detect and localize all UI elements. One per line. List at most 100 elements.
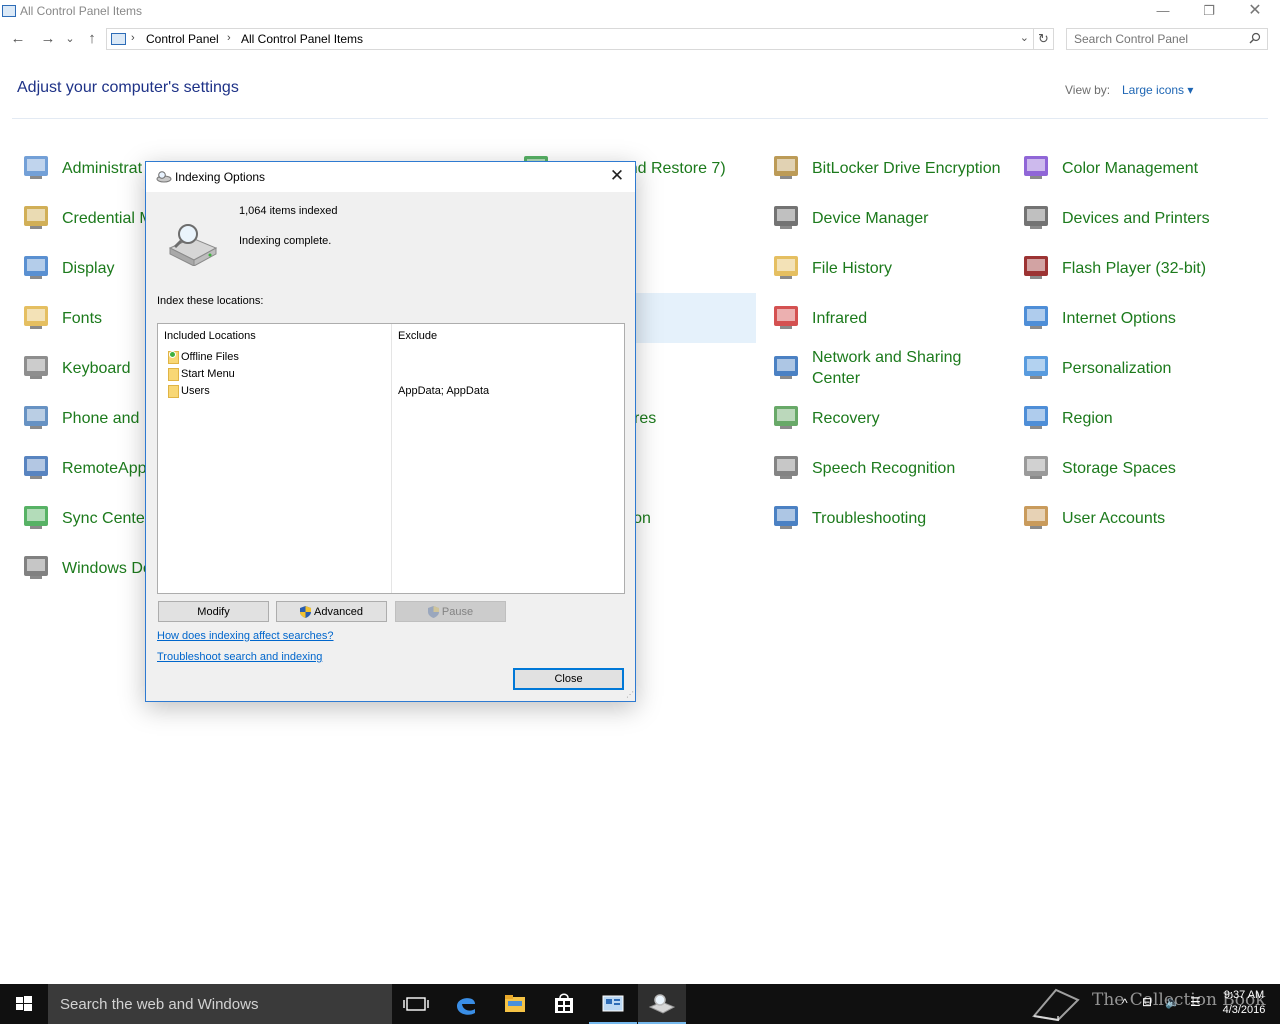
up-button[interactable]: ↑ (82, 29, 102, 49)
cp-item-speech-recognition[interactable]: Speech Recognition (766, 443, 1006, 493)
advanced-button[interactable]: Advanced (276, 601, 387, 622)
locations-list[interactable]: Included Locations Exclude Offline Files… (157, 323, 625, 594)
sync-badge-icon (169, 351, 176, 358)
location-exclude: AppData; AppData (398, 385, 490, 397)
recent-locations-button[interactable]: ⌄ (62, 29, 78, 49)
location-row[interactable]: Users AppData; AppData (158, 383, 624, 400)
action-center-icon[interactable]: ☰ (1190, 995, 1201, 1024)
cp-item-network-sharing[interactable]: Network and Sharing Center (766, 343, 1006, 393)
start-button[interactable] (0, 984, 48, 1024)
close-window-button[interactable]: ✕ (1232, 0, 1278, 24)
address-dropdown-icon[interactable]: ⌄ (1020, 31, 1029, 44)
offline-folder-icon (168, 351, 179, 364)
search-icon[interactable] (1249, 32, 1261, 44)
cp-item-label: Color Management (1062, 159, 1199, 177)
task-view-icon (403, 997, 429, 1011)
restore-button[interactable]: ❐ (1186, 0, 1232, 24)
cp-item-flash-player[interactable]: Flash Player (32-bit) (1016, 243, 1256, 293)
modify-button[interactable]: Modify (158, 601, 269, 622)
address-bar[interactable]: › Control Panel › All Control Panel Item… (106, 28, 1034, 50)
task-view-button[interactable] (392, 984, 440, 1024)
remoteapp-icon (20, 451, 52, 483)
breadcrumb-control-panel[interactable]: Control Panel (146, 32, 219, 46)
uac-shield-icon (300, 605, 312, 618)
column-header-included[interactable]: Included Locations (164, 330, 256, 342)
cp-item-file-history[interactable]: File History (766, 243, 1006, 293)
taskbar-search-placeholder: Search the web and Windows (60, 996, 259, 1013)
minimize-button[interactable]: — (1140, 0, 1186, 24)
windows-defender-icon (20, 551, 52, 583)
cp-item-bitlocker[interactable]: BitLocker Drive Encryption (766, 143, 1006, 193)
back-button[interactable]: ← (8, 29, 28, 49)
sync-center-icon (20, 501, 52, 533)
cp-item-personalization[interactable]: Personalization (1016, 343, 1256, 393)
location-row[interactable]: Start Menu (158, 366, 624, 383)
troubleshooting-icon (770, 501, 802, 533)
indexing-options-dialog: Indexing Options ✕ 1,064 items indexed I… (145, 161, 636, 702)
cp-item-label: Personalization (1062, 359, 1172, 377)
clock[interactable]: 9:37 AM 4/3/2016 (1214, 988, 1274, 1018)
view-by-dropdown[interactable]: Large icons ▾ (1122, 83, 1193, 97)
volume-icon[interactable]: 🔈 (1165, 995, 1180, 1024)
resize-grip-icon[interactable]: ⋰ (626, 690, 634, 699)
indexing-help-link[interactable]: How does indexing affect searches? (157, 630, 334, 642)
cp-item-troubleshooting[interactable]: Troubleshooting (766, 493, 1006, 543)
breadcrumb-separator[interactable]: › (131, 32, 135, 44)
control-panel-icon (602, 995, 624, 1012)
refresh-button[interactable]: ↻ (1034, 28, 1054, 50)
cp-item-label: Internet Options (1062, 309, 1176, 327)
cp-item-recovery[interactable]: Recovery (766, 393, 1006, 443)
internet-options-icon (1020, 301, 1052, 333)
location-name: Start Menu (181, 368, 235, 380)
dialog-title: Indexing Options (175, 170, 266, 184)
network-sharing-icon (770, 351, 802, 383)
show-hidden-icons[interactable]: ^ (1122, 996, 1128, 1024)
cp-item-internet-options[interactable]: Internet Options (1016, 293, 1256, 343)
cp-item-infrared[interactable]: Infrared (766, 293, 1006, 343)
view-by-label: View by: (1065, 83, 1111, 97)
location-row[interactable]: Offline Files (158, 349, 624, 366)
cp-item-label: User Accounts (1062, 509, 1166, 527)
breadcrumb-separator[interactable]: › (227, 32, 231, 44)
cp-item-storage-spaces[interactable]: Storage Spaces (1016, 443, 1256, 493)
advanced-label: Advanced (314, 605, 363, 618)
index-locations-label: Index these locations: (157, 295, 264, 307)
cp-item-label: Region (1062, 409, 1113, 427)
taskbar-search-box[interactable]: Search the web and Windows (48, 984, 392, 1024)
credential-manager-icon (20, 201, 52, 233)
cp-item-label: Recovery (812, 409, 880, 427)
speech-recognition-icon (770, 451, 802, 483)
taskbar-indexing-options[interactable] (638, 984, 686, 1024)
page-title: Adjust your computer's settings (17, 79, 239, 96)
search-box[interactable] (1066, 28, 1268, 50)
taskbar-file-explorer[interactable] (491, 984, 539, 1024)
cp-item-devices-printers[interactable]: Devices and Printers (1016, 193, 1256, 243)
header-divider (12, 118, 1268, 119)
cp-item-color-management[interactable]: Color Management (1016, 143, 1256, 193)
close-button[interactable]: Close (513, 668, 624, 690)
column-header-exclude[interactable]: Exclude (398, 330, 437, 342)
pause-button[interactable]: Pause (395, 601, 506, 622)
troubleshoot-link[interactable]: Troubleshoot search and indexing (157, 651, 322, 663)
indexing-drive-icon (168, 224, 218, 266)
cp-item-label: Storage Spaces (1062, 459, 1176, 477)
cp-item-device-manager[interactable]: Device Manager (766, 193, 1006, 243)
network-icon[interactable]: ⊟ (1142, 995, 1152, 1024)
dialog-title-bar: Indexing Options ✕ (146, 162, 635, 192)
taskbar: Search the web and Windows The Collectio… (0, 984, 1280, 1024)
breadcrumb-all-items[interactable]: All Control Panel Items (241, 32, 363, 46)
search-input[interactable] (1067, 29, 1237, 49)
cp-item-label: Network and Sharing Center (812, 349, 962, 387)
forward-button[interactable]: → (38, 29, 58, 49)
cp-item-label: BitLocker Drive Encryption (812, 159, 1001, 177)
dialog-close-icon[interactable]: ✕ (607, 166, 627, 186)
taskbar-edge[interactable] (442, 984, 490, 1024)
clock-date: 4/3/2016 (1222, 1004, 1266, 1016)
color-management-icon (1020, 151, 1052, 183)
uac-shield-icon (427, 605, 439, 618)
taskbar-store[interactable] (540, 984, 588, 1024)
taskbar-control-panel[interactable] (589, 984, 637, 1024)
cp-item-region[interactable]: Region (1016, 393, 1256, 443)
cp-item-user-accounts[interactable]: User Accounts (1016, 493, 1256, 543)
location-name: Offline Files (181, 351, 239, 363)
